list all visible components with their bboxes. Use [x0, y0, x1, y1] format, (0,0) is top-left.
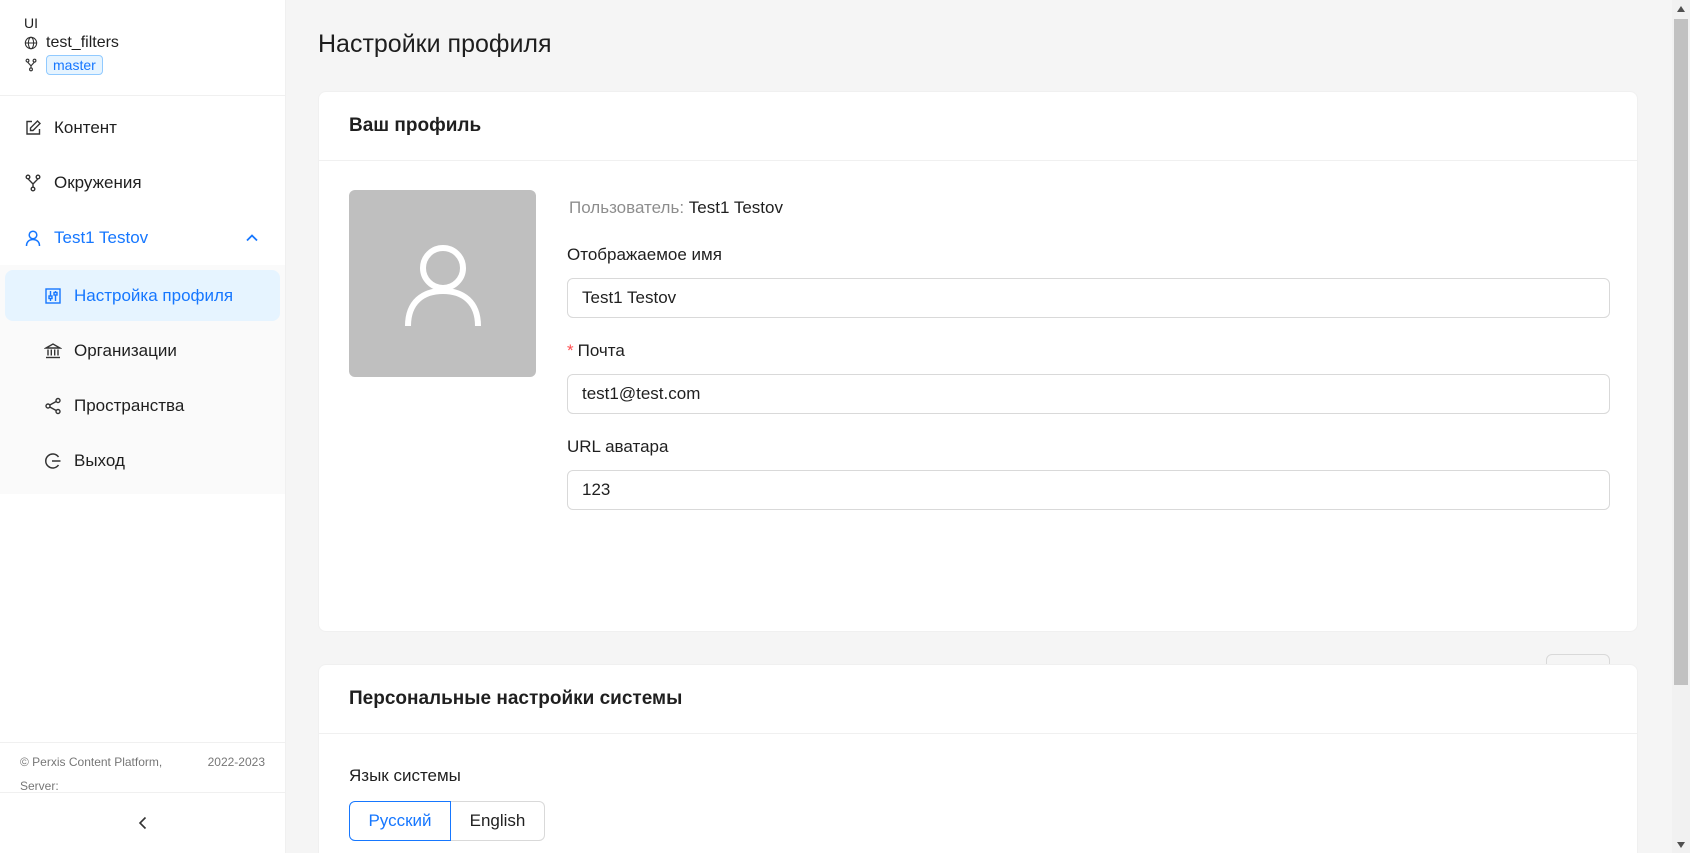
scroll-up-arrow[interactable]: [1672, 0, 1690, 17]
menu-item-environments[interactable]: Окружения: [0, 155, 285, 210]
language-option-en[interactable]: English: [451, 801, 545, 841]
user-line: Пользователь: Test1 Testov: [569, 194, 1610, 222]
language-option-ru[interactable]: Русский: [349, 801, 451, 841]
main-content: Настройки профиля Ваш профиль Пользовате…: [286, 0, 1672, 853]
branch-tag: master: [46, 55, 103, 75]
display-name-input[interactable]: Test1 Testov: [567, 278, 1610, 318]
user-icon: [404, 244, 481, 326]
scroll-thumb[interactable]: [1674, 19, 1688, 685]
main-menu: Контент Окружения Test1 Testov Настройка…: [0, 96, 285, 494]
bank-icon: [44, 342, 62, 358]
settings-card: Персональные настройки системы Язык сист…: [318, 664, 1638, 853]
required-mark: *: [567, 341, 574, 360]
sidebar-item-spaces[interactable]: Пространства: [5, 380, 280, 431]
collapse-sidebar-button[interactable]: [0, 792, 285, 853]
profile-form: Пользователь: Test1 Testov Отображаемое …: [567, 190, 1610, 694]
menu-item-label: Окружения: [54, 172, 142, 192]
copyright-text: © Perxis Content Platform,: [20, 755, 163, 769]
avatar-url-label: URL аватара: [567, 437, 669, 456]
sliders-icon: [45, 287, 61, 304]
avatar-url-input[interactable]: 123: [567, 470, 1610, 510]
menu-item-label: Контент: [54, 117, 117, 137]
globe-icon: [24, 36, 38, 50]
avatar-url-value: 123: [582, 480, 611, 499]
page-scrollbar[interactable]: [1672, 0, 1690, 853]
language-label: Язык системы: [349, 766, 461, 785]
branch-selector[interactable]: master: [24, 54, 261, 76]
scroll-down-arrow[interactable]: [1672, 836, 1690, 853]
user-icon: [25, 229, 41, 246]
chevron-up-icon: [246, 233, 258, 241]
user-label: Пользователь:: [569, 198, 685, 217]
branch-icon: [25, 58, 37, 72]
display-name-label: Отображаемое имя: [567, 245, 722, 264]
email-label: Почта: [577, 341, 625, 360]
logout-icon: [45, 452, 61, 469]
server-text: Server:: [20, 779, 59, 792]
avatar: [349, 190, 536, 377]
language-switch: Русский English: [349, 801, 545, 841]
sidebar-item-profile-settings[interactable]: Настройка профиля: [5, 270, 280, 321]
email-value: test1@test.com: [582, 384, 701, 403]
menu-item-user[interactable]: Test1 Testov: [0, 210, 285, 265]
sub-item-label: Организации: [74, 340, 177, 360]
triangle-up-icon: [1677, 5, 1685, 12]
display-name-value: Test1 Testov: [582, 288, 677, 307]
edit-icon: [26, 119, 41, 135]
share-icon: [45, 397, 61, 414]
email-label-row: * Почта: [567, 338, 1610, 364]
branch-icon: [25, 174, 41, 191]
app-label: UI: [24, 15, 38, 31]
triangle-down-icon: [1677, 841, 1685, 848]
chevron-left-icon: [138, 816, 146, 830]
sub-item-label: Пространства: [74, 395, 185, 415]
sidebar-item-logout[interactable]: Выход: [5, 435, 280, 486]
sub-item-label: Настройка профиля: [74, 285, 234, 305]
page-title: Настройки профиля: [318, 30, 552, 58]
sidebar-item-organizations[interactable]: Организации: [5, 325, 280, 376]
profile-card: Ваш профиль Пользователь: Test1 Testov О…: [318, 91, 1638, 694]
sub-item-label: Выход: [74, 450, 125, 470]
menu-item-content[interactable]: Контент: [0, 100, 285, 155]
copyright-years: 2022-2023: [207, 755, 265, 769]
user-value: Test1 Testov: [688, 198, 783, 217]
menu-item-label: Test1 Testov: [54, 227, 149, 247]
sidebar-footer: © Perxis Content Platform, 2022-2023 Ser…: [0, 742, 285, 792]
settings-card-title: Персональные настройки системы: [319, 665, 1637, 734]
sidebar-header: UI test_filters master: [0, 0, 285, 96]
email-input[interactable]: test1@test.com: [567, 374, 1610, 414]
profile-card-title: Ваш профиль: [319, 92, 1637, 161]
space-name: test_filters: [46, 34, 119, 51]
user-submenu: Настройка профиля Организации Пространст…: [0, 265, 285, 494]
sidebar: UI test_filters master Контент Окружения…: [0, 0, 286, 853]
space-selector[interactable]: test_filters: [24, 32, 261, 54]
